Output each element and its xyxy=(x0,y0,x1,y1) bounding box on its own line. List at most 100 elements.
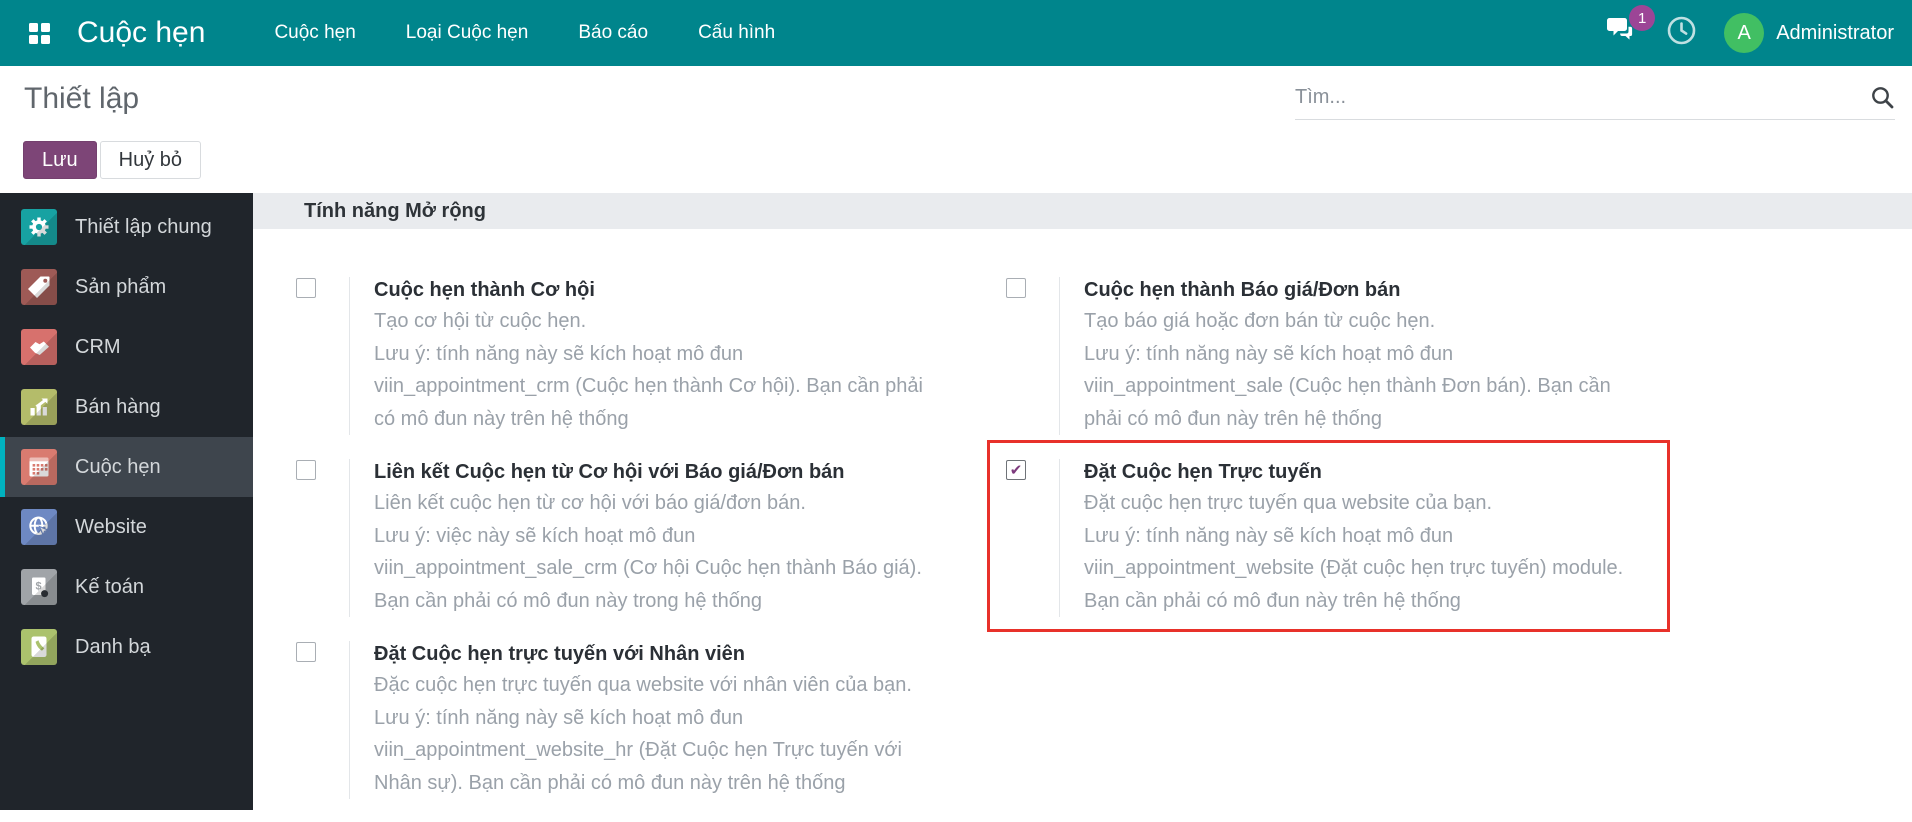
sidebar-item-gear[interactable]: Thiết lập chung xyxy=(0,197,253,257)
setting-description: Tạo báo giá hoặc đơn bán từ cuộc hẹn. Lưu… xyxy=(1084,305,1693,435)
checkbox-cell xyxy=(293,641,349,799)
sidebar-item-label: Danh bạ xyxy=(75,635,151,658)
apps-menu-icon[interactable] xyxy=(29,22,50,44)
settings-main: Tính năng Mở rộng Cuộc hẹn thành Cơ hội T… xyxy=(253,193,1912,810)
checkbox-cell xyxy=(1003,459,1059,617)
sidebar-item-label: CRM xyxy=(75,335,121,358)
setting-description-line: Đặc cuộc hẹn trực tuyến qua website với … xyxy=(374,674,912,696)
content-area: Thiết lập chung Sản phẩm CRM Bán hàng Cuộc h… xyxy=(0,193,1912,810)
bar-chart-icon xyxy=(21,389,57,425)
messages-button[interactable]: 1 xyxy=(1606,5,1656,49)
avatar: A xyxy=(1724,13,1765,53)
button-row: Lưu Huỷ bỏ xyxy=(23,141,202,179)
sidebar-item-label: Website xyxy=(75,515,147,538)
search-icon[interactable] xyxy=(1870,85,1895,110)
gear-icon xyxy=(21,209,57,245)
sidebar-item-label: Cuộc hẹn xyxy=(75,455,161,478)
topbar-menu-item[interactable]: Báo cáo xyxy=(553,0,673,66)
setting-description-line: Lưu ý: tính năng này sẽ kích hoạt mô đun xyxy=(374,706,744,729)
setting-description-line: Liên kết cuộc hẹn từ cơ hội với báo giá/… xyxy=(374,492,806,514)
topbar-menu-item[interactable]: Cuộc hẹn xyxy=(249,0,380,66)
sidebar-item-label: Kế toán xyxy=(75,575,144,598)
setting-checkbox-checked[interactable] xyxy=(1006,460,1026,480)
setting-text: Đặt Cuộc hẹn trực tuyến với Nhân viên Đặc… xyxy=(349,641,983,799)
save-button[interactable]: Lưu xyxy=(23,141,97,179)
clock-icon xyxy=(1666,15,1697,51)
globe-icon xyxy=(21,509,57,545)
page-title: Thiết lập xyxy=(24,82,140,115)
topbar-menu-item[interactable]: Loại Cuộc hẹn xyxy=(381,0,554,66)
setting-description: Đặt cuộc hẹn trực tuyến qua website của … xyxy=(1084,487,1667,617)
handshake-icon xyxy=(21,329,57,365)
user-menu[interactable]: A Administrator xyxy=(1724,13,1894,53)
search-bar xyxy=(1295,76,1895,120)
top-navbar: Cuộc hẹn Cuộc hẹn Loại Cuộc hẹn Báo cáo Cấu… xyxy=(0,0,1912,66)
setting-block: Cuộc hẹn thành Cơ hội Tạo cơ hội từ cuộc … xyxy=(293,277,983,435)
discard-button[interactable]: Huỷ bỏ xyxy=(99,141,202,179)
invoice-icon: $ xyxy=(21,569,57,605)
settings-sidebar: Thiết lập chung Sản phẩm CRM Bán hàng Cuộc h… xyxy=(0,193,253,810)
sidebar-item-label: Thiết lập chung xyxy=(75,215,212,238)
sidebar-item-calendar[interactable]: Cuộc hẹn xyxy=(0,437,253,497)
setting-description-line: viin_appointment_sale_crm (Cơ hội Cuộc h… xyxy=(374,557,922,579)
sidebar-item-bar-chart[interactable]: Bán hàng xyxy=(0,377,253,437)
sidebar-item-label: Bán hàng xyxy=(75,395,161,418)
sidebar-item-globe[interactable]: Website xyxy=(0,497,253,557)
setting-description: Liên kết cuộc hẹn từ cơ hội với báo giá/… xyxy=(374,487,983,617)
setting-description: Tạo cơ hội từ cuộc hẹn. Lưu ý: tính năng … xyxy=(374,305,983,435)
setting-description-line: viin_appointment_sale (Cuộc hẹn thành Đơ… xyxy=(1084,375,1611,397)
activities-button[interactable] xyxy=(1666,15,1697,51)
calendar-icon xyxy=(21,449,57,485)
svg-text:$: $ xyxy=(36,581,42,593)
setting-block: Đặt Cuộc hẹn trực tuyến với Nhân viên Đặc… xyxy=(293,641,983,799)
setting-block: Liên kết Cuộc hẹn từ Cơ hội với Báo giá/… xyxy=(293,459,983,617)
setting-text: Cuộc hẹn thành Cơ hội Tạo cơ hội từ cuộc … xyxy=(349,277,983,435)
setting-text: Liên kết Cuộc hẹn từ Cơ hội với Báo giá/… xyxy=(349,459,983,617)
section-header: Tính năng Mở rộng xyxy=(253,193,1912,229)
control-panel: Thiết lập Lưu Huỷ bỏ xyxy=(0,66,1912,193)
checkbox-cell xyxy=(1003,277,1059,435)
top-menu: Cuộc hẹn Loại Cuộc hẹn Báo cáo Cấu hình xyxy=(249,0,800,66)
setting-description-line: có mô đun này trên hệ thống xyxy=(374,407,629,430)
setting-description-line: viin_appointment_website (Đặt cuộc hẹn t… xyxy=(1084,557,1624,579)
setting-text: Đặt Cuộc hẹn Trực tuyến Đặt cuộc hẹn trực… xyxy=(1059,459,1667,617)
topbar-menu-item[interactable]: Cấu hình xyxy=(673,0,800,66)
sidebar-item-invoice[interactable]: $ Kế toán xyxy=(0,557,253,617)
setting-title[interactable]: Liên kết Cuộc hẹn từ Cơ hội với Báo giá/… xyxy=(374,459,983,485)
setting-description-line: Lưu ý: tính năng này sẽ kích hoạt mô đun xyxy=(374,342,744,365)
checkbox-cell xyxy=(293,459,349,617)
search-input[interactable] xyxy=(1295,86,1870,109)
setting-text: Cuộc hẹn thành Báo giá/Đơn bán Tạo báo gi… xyxy=(1059,277,1693,435)
app-title[interactable]: Cuộc hẹn xyxy=(77,16,205,50)
user-name: Administrator xyxy=(1776,21,1894,44)
setting-description-line: Lưu ý: tính năng này sẽ kích hoạt mô đun xyxy=(1084,524,1454,547)
setting-description-line: Tạo báo giá hoặc đơn bán từ cuộc hẹn. xyxy=(1084,310,1436,332)
contact-icon xyxy=(21,629,57,665)
setting-description-line: Đặt cuộc hẹn trực tuyến qua website của … xyxy=(1084,492,1493,514)
setting-description-line: Bạn cần phải có mô đun này trong hệ thốn… xyxy=(374,589,763,612)
setting-block-highlighted: Đặt Cuộc hẹn Trực tuyến Đặt cuộc hẹn trực… xyxy=(987,440,1670,632)
sidebar-item-contact[interactable]: Danh bạ xyxy=(0,617,253,677)
setting-description-line: Lưu ý: tính năng này sẽ kích hoạt mô đun xyxy=(1084,342,1454,365)
topbar-right: 1 A Administrator xyxy=(1606,5,1894,53)
setting-description-line: viin_appointment_website_hr (Đặt Cuộc hẹ… xyxy=(374,739,902,761)
setting-checkbox[interactable] xyxy=(296,278,316,298)
sidebar-item-handshake[interactable]: CRM xyxy=(0,317,253,377)
setting-title[interactable]: Cuộc hẹn thành Báo giá/Đơn bán xyxy=(1084,277,1693,303)
setting-description-line: Lưu ý: việc này sẽ kích hoạt mô đun xyxy=(374,524,696,547)
setting-description-line: phải có mô đun này trên hệ thống xyxy=(1084,407,1382,430)
setting-description-line: Bạn cần phải có mô đun này trên hệ thống xyxy=(1084,589,1461,612)
setting-checkbox[interactable] xyxy=(1006,278,1026,298)
setting-title[interactable]: Đặt Cuộc hẹn trực tuyến với Nhân viên xyxy=(374,641,983,667)
setting-title[interactable]: Cuộc hẹn thành Cơ hội xyxy=(374,277,983,303)
setting-description-line: Nhân sự). Bạn cần phải có mô đun này trê… xyxy=(374,771,846,794)
sidebar-item-tag[interactable]: Sản phẩm xyxy=(0,257,253,317)
setting-description: Đặc cuộc hẹn trực tuyến qua website với … xyxy=(374,669,983,799)
setting-block: Cuộc hẹn thành Báo giá/Đơn bán Tạo báo gi… xyxy=(1003,277,1693,435)
setting-title[interactable]: Đặt Cuộc hẹn Trực tuyến xyxy=(1084,459,1667,485)
setting-description-line: Tạo cơ hội từ cuộc hẹn. xyxy=(374,310,587,332)
settings-grid: Cuộc hẹn thành Cơ hội Tạo cơ hội từ cuộc … xyxy=(253,229,1912,799)
setting-checkbox[interactable] xyxy=(296,460,316,480)
setting-checkbox[interactable] xyxy=(296,642,316,662)
tag-icon xyxy=(21,269,57,305)
